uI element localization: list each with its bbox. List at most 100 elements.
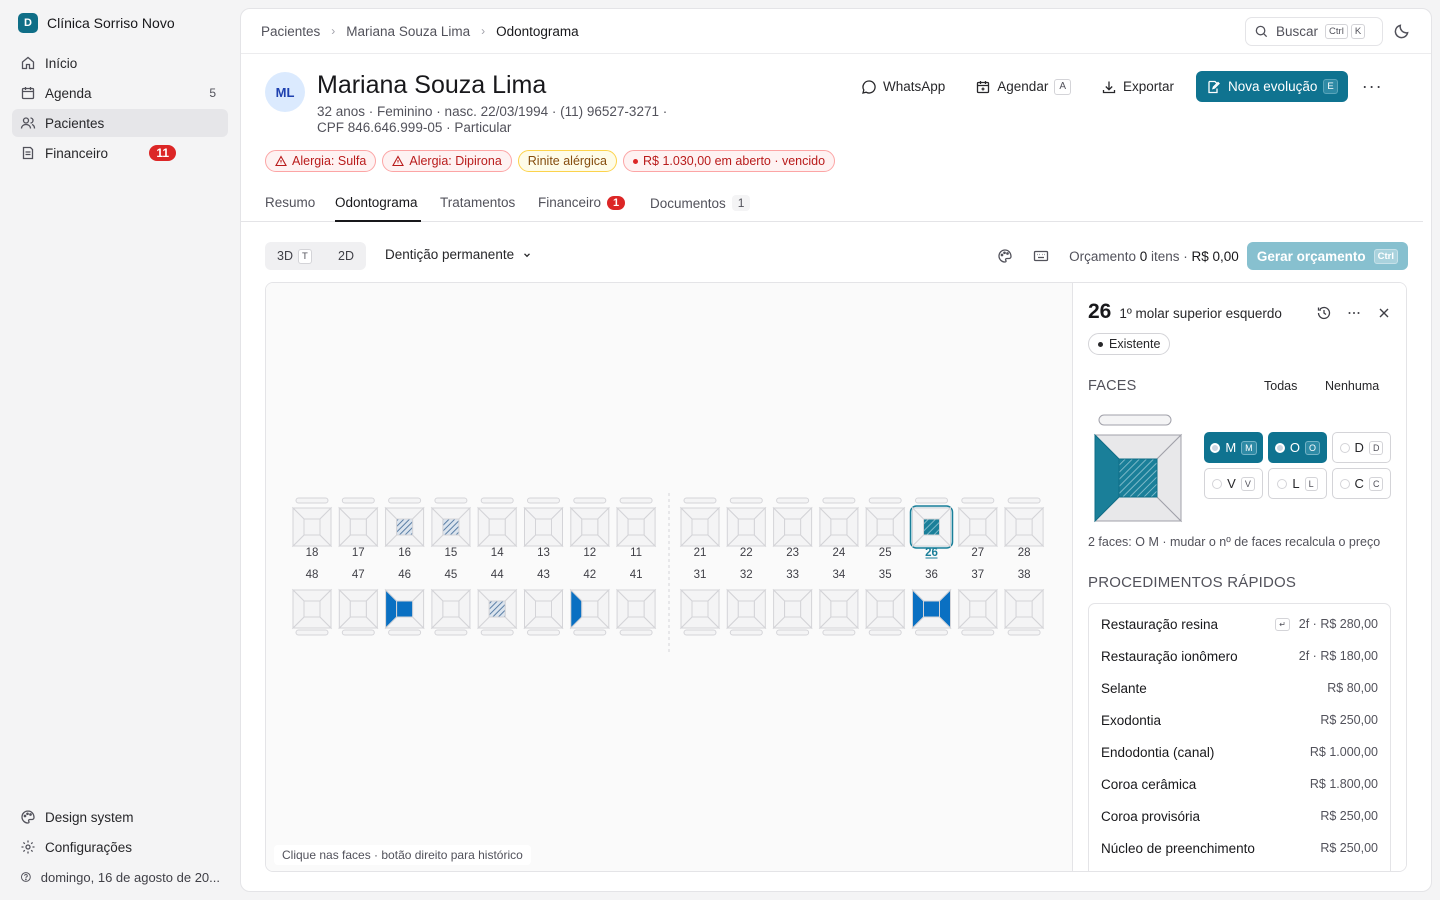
- search-button[interactable]: Buscar Ctrl K: [1245, 17, 1383, 46]
- faces-none-button[interactable]: Nenhuma: [1325, 379, 1379, 393]
- tooth-12[interactable]: 12: [569, 497, 611, 559]
- tooth-23[interactable]: 23: [772, 497, 813, 559]
- face-button-m[interactable]: MM: [1204, 432, 1263, 463]
- sidebar-item-inicio[interactable]: Início: [12, 49, 228, 77]
- tooth-41[interactable]: 41: [615, 569, 657, 636]
- tooth-33[interactable]: 33: [772, 569, 813, 636]
- tooth-face-center[interactable]: [923, 518, 940, 536]
- face-button-v[interactable]: VV: [1204, 468, 1263, 499]
- tooth-face-center[interactable]: [876, 600, 894, 618]
- tab-financeiro[interactable]: Financeiro 1: [538, 195, 626, 210]
- tooth-face-center[interactable]: [784, 518, 802, 536]
- keyboard-icon[interactable]: [1033, 248, 1049, 264]
- tooth-face-center[interactable]: [488, 600, 506, 618]
- face-oclusal[interactable]: [1118, 458, 1158, 498]
- tooth-face-center[interactable]: [627, 600, 645, 618]
- breadcrumb-pacientes[interactable]: Pacientes: [261, 24, 320, 39]
- face-button-o[interactable]: OO: [1268, 432, 1327, 463]
- tooth-face-center[interactable]: [442, 600, 460, 618]
- tooth-face-center[interactable]: [737, 600, 755, 618]
- tooth-18[interactable]: 18: [291, 497, 333, 559]
- tooth-21[interactable]: 21: [679, 497, 721, 559]
- tab-documentos[interactable]: Documentos 1: [650, 195, 751, 211]
- tooth-face-center[interactable]: [488, 518, 506, 536]
- tooth-face-center[interactable]: [830, 600, 848, 618]
- tooth-26[interactable]: 26: [909, 497, 954, 559]
- tooth-face-center[interactable]: [581, 600, 599, 618]
- procedure-item[interactable]: Selante R$ 80,00: [1089, 672, 1390, 704]
- view-2d-button[interactable]: 2D: [338, 242, 354, 270]
- moon-icon[interactable]: [1393, 22, 1411, 40]
- tooth-16[interactable]: 16: [384, 497, 425, 559]
- tooth-34[interactable]: 34: [818, 569, 860, 636]
- faces-all-button[interactable]: Todas: [1264, 379, 1297, 393]
- sidebar-item-design-system[interactable]: Design system: [12, 803, 228, 831]
- breadcrumb-patient[interactable]: Mariana Souza Lima: [346, 24, 470, 39]
- tooth-face-center[interactable]: [303, 518, 321, 536]
- tooth-45[interactable]: 45: [430, 569, 472, 636]
- tooth-face-center[interactable]: [1015, 600, 1033, 618]
- tooth-43[interactable]: 43: [523, 569, 564, 636]
- tooth-face-center[interactable]: [691, 600, 709, 618]
- face-button-d[interactable]: DD: [1332, 432, 1391, 463]
- tooth-14[interactable]: 14: [476, 497, 518, 559]
- tooth-27[interactable]: 27: [957, 497, 999, 559]
- tab-resumo[interactable]: Resumo: [265, 195, 315, 210]
- tooth-46[interactable]: 46: [384, 569, 425, 636]
- tab-tratamentos[interactable]: Tratamentos: [440, 195, 515, 210]
- nova-evolucao-button[interactable]: Nova evolução E: [1196, 71, 1348, 102]
- tab-odontograma[interactable]: Odontograma: [335, 195, 418, 210]
- tooth-face-center[interactable]: [923, 600, 940, 618]
- tooth-24[interactable]: 24: [818, 497, 860, 559]
- tooth-11[interactable]: 11: [615, 497, 657, 559]
- more-options-icon[interactable]: ···: [1362, 76, 1383, 97]
- tooth-face-center[interactable]: [1015, 518, 1033, 536]
- sidebar-item-pacientes[interactable]: Pacientes: [12, 109, 228, 137]
- tooth-22[interactable]: 22: [726, 497, 767, 559]
- procedure-item[interactable]: Restauração ionômero 2f · R$ 180,00: [1089, 640, 1390, 672]
- tooth-face-center[interactable]: [876, 518, 894, 536]
- tooth-face-center[interactable]: [784, 600, 802, 618]
- tooth-face-center[interactable]: [969, 518, 987, 536]
- sidebar-item-configuracoes[interactable]: Configurações: [12, 833, 228, 861]
- tooth-32[interactable]: 32: [726, 569, 767, 636]
- tooth-face-center[interactable]: [737, 518, 755, 536]
- tooth-13[interactable]: 13: [523, 497, 564, 559]
- tooth-face-center[interactable]: [535, 600, 552, 618]
- procedure-item[interactable]: Exodontia R$ 250,00: [1089, 704, 1390, 736]
- tooth-face-center[interactable]: [349, 600, 367, 618]
- procedure-item[interactable]: Núcleo de preenchimento R$ 250,00: [1089, 832, 1390, 864]
- tooth-face-center[interactable]: [830, 518, 848, 536]
- tooth-42[interactable]: 42: [569, 569, 611, 636]
- tooth-face-center[interactable]: [969, 600, 987, 618]
- whatsapp-button[interactable]: WhatsApp: [853, 71, 953, 102]
- history-icon[interactable]: [1316, 305, 1332, 321]
- tooth-face-center[interactable]: [627, 518, 645, 536]
- gerar-orcamento-button[interactable]: Gerar orçamento Ctrl: [1246, 242, 1408, 270]
- tooth-face-center[interactable]: [581, 518, 599, 536]
- more-options-icon[interactable]: [1346, 305, 1362, 321]
- exportar-button[interactable]: Exportar: [1093, 71, 1182, 102]
- tooth-face-center[interactable]: [442, 518, 460, 536]
- tooth-31[interactable]: 31: [679, 569, 721, 636]
- tooth-face-center[interactable]: [303, 600, 321, 618]
- tooth-25[interactable]: 25: [864, 497, 906, 559]
- tooth-48[interactable]: 48: [291, 569, 333, 636]
- view-3d-button[interactable]: 3D T: [277, 242, 312, 270]
- palette-icon[interactable]: [997, 248, 1013, 264]
- tooth-face-diagram[interactable]: [1093, 413, 1185, 523]
- tooth-47[interactable]: 47: [338, 569, 379, 636]
- face-button-c[interactable]: CC: [1332, 468, 1391, 499]
- tooth-36[interactable]: 36: [911, 569, 952, 636]
- status-badge[interactable]: Existente: [1088, 333, 1171, 355]
- procedure-item[interactable]: Restauração resina ↵ 2f · R$ 280,00: [1089, 608, 1390, 640]
- tooth-35[interactable]: 35: [864, 569, 906, 636]
- tooth-37[interactable]: 37: [957, 569, 999, 636]
- procedure-item[interactable]: Coroa provisória R$ 250,00: [1089, 800, 1390, 832]
- tooth-44[interactable]: 44: [476, 569, 518, 636]
- procedure-item[interactable]: Endodontia (canal) R$ 1.000,00: [1089, 736, 1390, 768]
- sidebar-item-financeiro[interactable]: Financeiro 11: [12, 139, 228, 167]
- debt-badge[interactable]: R$ 1.030,00 em aberto · vencido: [623, 150, 836, 172]
- agendar-button[interactable]: Agendar A: [967, 71, 1079, 102]
- face-button-l[interactable]: LL: [1268, 468, 1327, 499]
